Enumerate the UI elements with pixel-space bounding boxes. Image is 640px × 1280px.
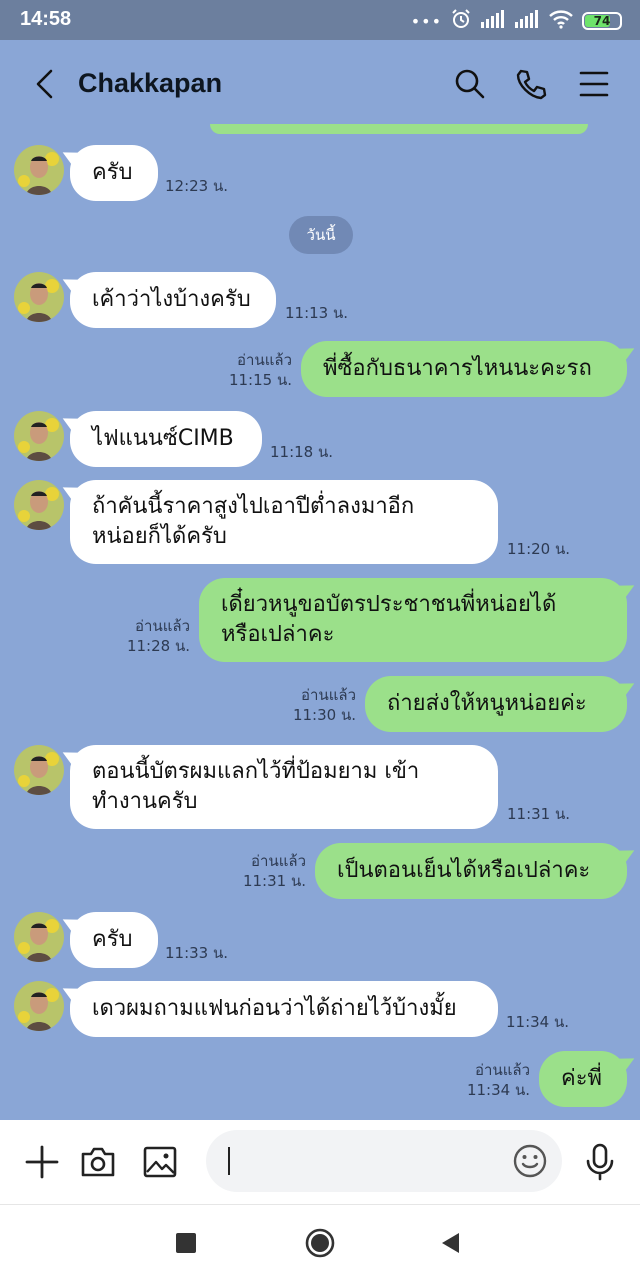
plus-icon xyxy=(25,1145,59,1179)
message-text: เค้าว่าไงบ้างครับ xyxy=(92,287,251,312)
contact-avatar[interactable] xyxy=(14,981,64,1031)
message-text: ไฟแนนซ์CIMB xyxy=(92,426,234,451)
message-meta: อ่านแล้ว 11:31 น. xyxy=(214,851,306,891)
menu-icon xyxy=(579,71,609,97)
image-icon xyxy=(143,1146,177,1178)
message-time: 11:34 น. xyxy=(466,1081,530,1099)
incoming-message-bubble[interactable]: ถ้าคันนี้ราคาสูงไปเอาปีต่ำลงมาอีก หน่อยก… xyxy=(70,480,498,564)
outgoing-message-bubble[interactable]: เดี๋ยวหนูขอบัตรประชาชนพี่หน่อยได้ หรือเป… xyxy=(199,578,627,662)
system-navigation-bar xyxy=(0,1204,640,1280)
read-receipt: อ่านแล้ว xyxy=(135,617,190,635)
contact-avatar[interactable] xyxy=(14,480,64,530)
message-meta: อ่านแล้ว 11:34 น. xyxy=(438,1060,530,1100)
message-meta: อ่านแล้ว 11:15 น. xyxy=(200,350,292,390)
contact-avatar[interactable] xyxy=(14,912,64,962)
message-time: 11:15 น. xyxy=(228,371,292,389)
message-time: 11:13 น. xyxy=(285,304,349,322)
message-time: 11:30 น. xyxy=(292,706,356,724)
message-text-line: หน่อยก็ได้ครับ xyxy=(92,524,227,549)
message-input-container[interactable] xyxy=(206,1130,562,1192)
message-text: พี่ซื้อกับธนาคารไหนนะคะรถ xyxy=(323,356,592,381)
emoji-button[interactable] xyxy=(512,1143,548,1179)
message-time: 12:23 น. xyxy=(165,177,229,195)
message-time: 11:28 น. xyxy=(126,637,190,655)
message-meta: อ่านแล้ว 11:30 น. xyxy=(264,685,356,725)
message-time: 11:31 น. xyxy=(242,872,306,890)
contact-avatar[interactable] xyxy=(14,145,64,195)
camera-icon xyxy=(81,1147,115,1177)
status-time: 14:58 xyxy=(20,8,72,30)
recent-apps-icon xyxy=(176,1233,196,1253)
back-arrow-icon xyxy=(36,69,53,99)
phone-icon xyxy=(516,69,547,100)
search-icon xyxy=(455,69,485,99)
alarm-icon xyxy=(450,8,472,34)
voice-button[interactable] xyxy=(578,1140,622,1184)
message-text-line: ถ้าคันนี้ราคาสูงไปเอาปีต่ำลงมาอีก xyxy=(92,494,415,519)
message-meta: อ่านแล้ว 11:28 น. xyxy=(98,616,190,656)
call-button[interactable] xyxy=(511,64,551,104)
contact-avatar[interactable] xyxy=(14,272,64,322)
search-button[interactable] xyxy=(450,64,490,104)
message-time: 11:20 น. xyxy=(507,540,571,558)
back-icon xyxy=(442,1233,459,1253)
incoming-message-bubble[interactable]: ครับ xyxy=(70,912,158,968)
message-time: 11:18 น. xyxy=(270,443,334,461)
back-nav-button[interactable] xyxy=(430,1223,470,1263)
incoming-message-bubble[interactable]: ไฟแนนซ์CIMB xyxy=(70,411,262,467)
outgoing-message-bubble[interactable]: ถ่ายส่งให้หนูหน่อยค่ะ xyxy=(365,676,627,732)
message-text: ครับ xyxy=(92,160,133,185)
status-bar: 14:58 ••• 74 xyxy=(0,0,640,40)
wifi-icon xyxy=(548,9,574,33)
previous-message-sliver xyxy=(210,124,588,134)
message-text-line: เดี๋ยวหนูขอบัตรประชาชนพี่หน่อยได้ xyxy=(221,592,557,617)
recent-apps-button[interactable] xyxy=(166,1223,206,1263)
status-icons: ••• 74 xyxy=(411,8,622,34)
home-icon xyxy=(305,1228,335,1258)
date-separator: วันนี้ xyxy=(289,216,353,254)
menu-button[interactable] xyxy=(574,64,614,104)
contact-avatar[interactable] xyxy=(14,745,64,795)
chat-header: Chakkapan xyxy=(0,40,640,128)
back-button[interactable] xyxy=(24,64,64,104)
read-receipt: อ่านแล้ว xyxy=(237,351,292,369)
message-text: ครับ xyxy=(92,927,133,952)
text-cursor xyxy=(228,1147,230,1175)
battery-indicator: 74 xyxy=(582,12,622,30)
message-text-line: ทำงานครับ xyxy=(92,789,198,814)
battery-level: 74 xyxy=(593,14,611,28)
signal-icon-2 xyxy=(514,10,540,32)
read-receipt: อ่านแล้ว xyxy=(301,686,356,704)
message-text: ถ่ายส่งให้หนูหน่อยค่ะ xyxy=(387,691,587,716)
incoming-message-bubble[interactable]: เดวผมถามแฟนก่อนว่าได้ถ่ายไว้บ้างมั้ย xyxy=(70,981,498,1037)
contact-avatar[interactable] xyxy=(14,411,64,461)
message-text-line: ตอนนี้บัตรผมแลกไว้ที่ป้อมยาม เข้า xyxy=(92,759,420,784)
message-time: 11:31 น. xyxy=(507,805,571,823)
emoji-icon xyxy=(513,1144,547,1178)
home-button[interactable] xyxy=(300,1223,340,1263)
contact-name[interactable]: Chakkapan xyxy=(78,68,222,99)
message-text-line: หรือเปล่าคะ xyxy=(221,622,335,647)
message-time: 11:34 น. xyxy=(506,1013,570,1031)
message-text: เดวผมถามแฟนก่อนว่าได้ถ่ายไว้บ้างมั้ย xyxy=(92,996,457,1021)
message-text: เป็นตอนเย็นได้หรือเปล่าคะ xyxy=(337,858,591,883)
more-notifications-icon: ••• xyxy=(410,11,442,31)
message-text: ค่ะพี่ xyxy=(561,1066,603,1091)
read-receipt: อ่านแล้ว xyxy=(475,1061,530,1079)
incoming-message-bubble[interactable]: ครับ xyxy=(70,145,158,201)
outgoing-message-bubble[interactable]: พี่ซื้อกับธนาคารไหนนะคะรถ xyxy=(301,341,627,397)
message-time: 11:33 น. xyxy=(165,944,229,962)
outgoing-message-bubble[interactable]: เป็นตอนเย็นได้หรือเปล่าคะ xyxy=(315,843,627,899)
message-input[interactable] xyxy=(228,1142,498,1180)
message-input-bar xyxy=(0,1120,640,1204)
incoming-message-bubble[interactable]: ตอนนี้บัตรผมแลกไว้ที่ป้อมยาม เข้า ทำงานค… xyxy=(70,745,498,829)
microphone-icon xyxy=(586,1143,614,1181)
read-receipt: อ่านแล้ว xyxy=(251,852,306,870)
camera-button[interactable] xyxy=(76,1140,120,1184)
gallery-button[interactable] xyxy=(138,1140,182,1184)
outgoing-message-bubble[interactable]: ค่ะพี่ xyxy=(539,1051,627,1107)
add-button[interactable] xyxy=(20,1140,64,1184)
signal-icon xyxy=(480,10,506,32)
incoming-message-bubble[interactable]: เค้าว่าไงบ้างครับ xyxy=(70,272,276,328)
